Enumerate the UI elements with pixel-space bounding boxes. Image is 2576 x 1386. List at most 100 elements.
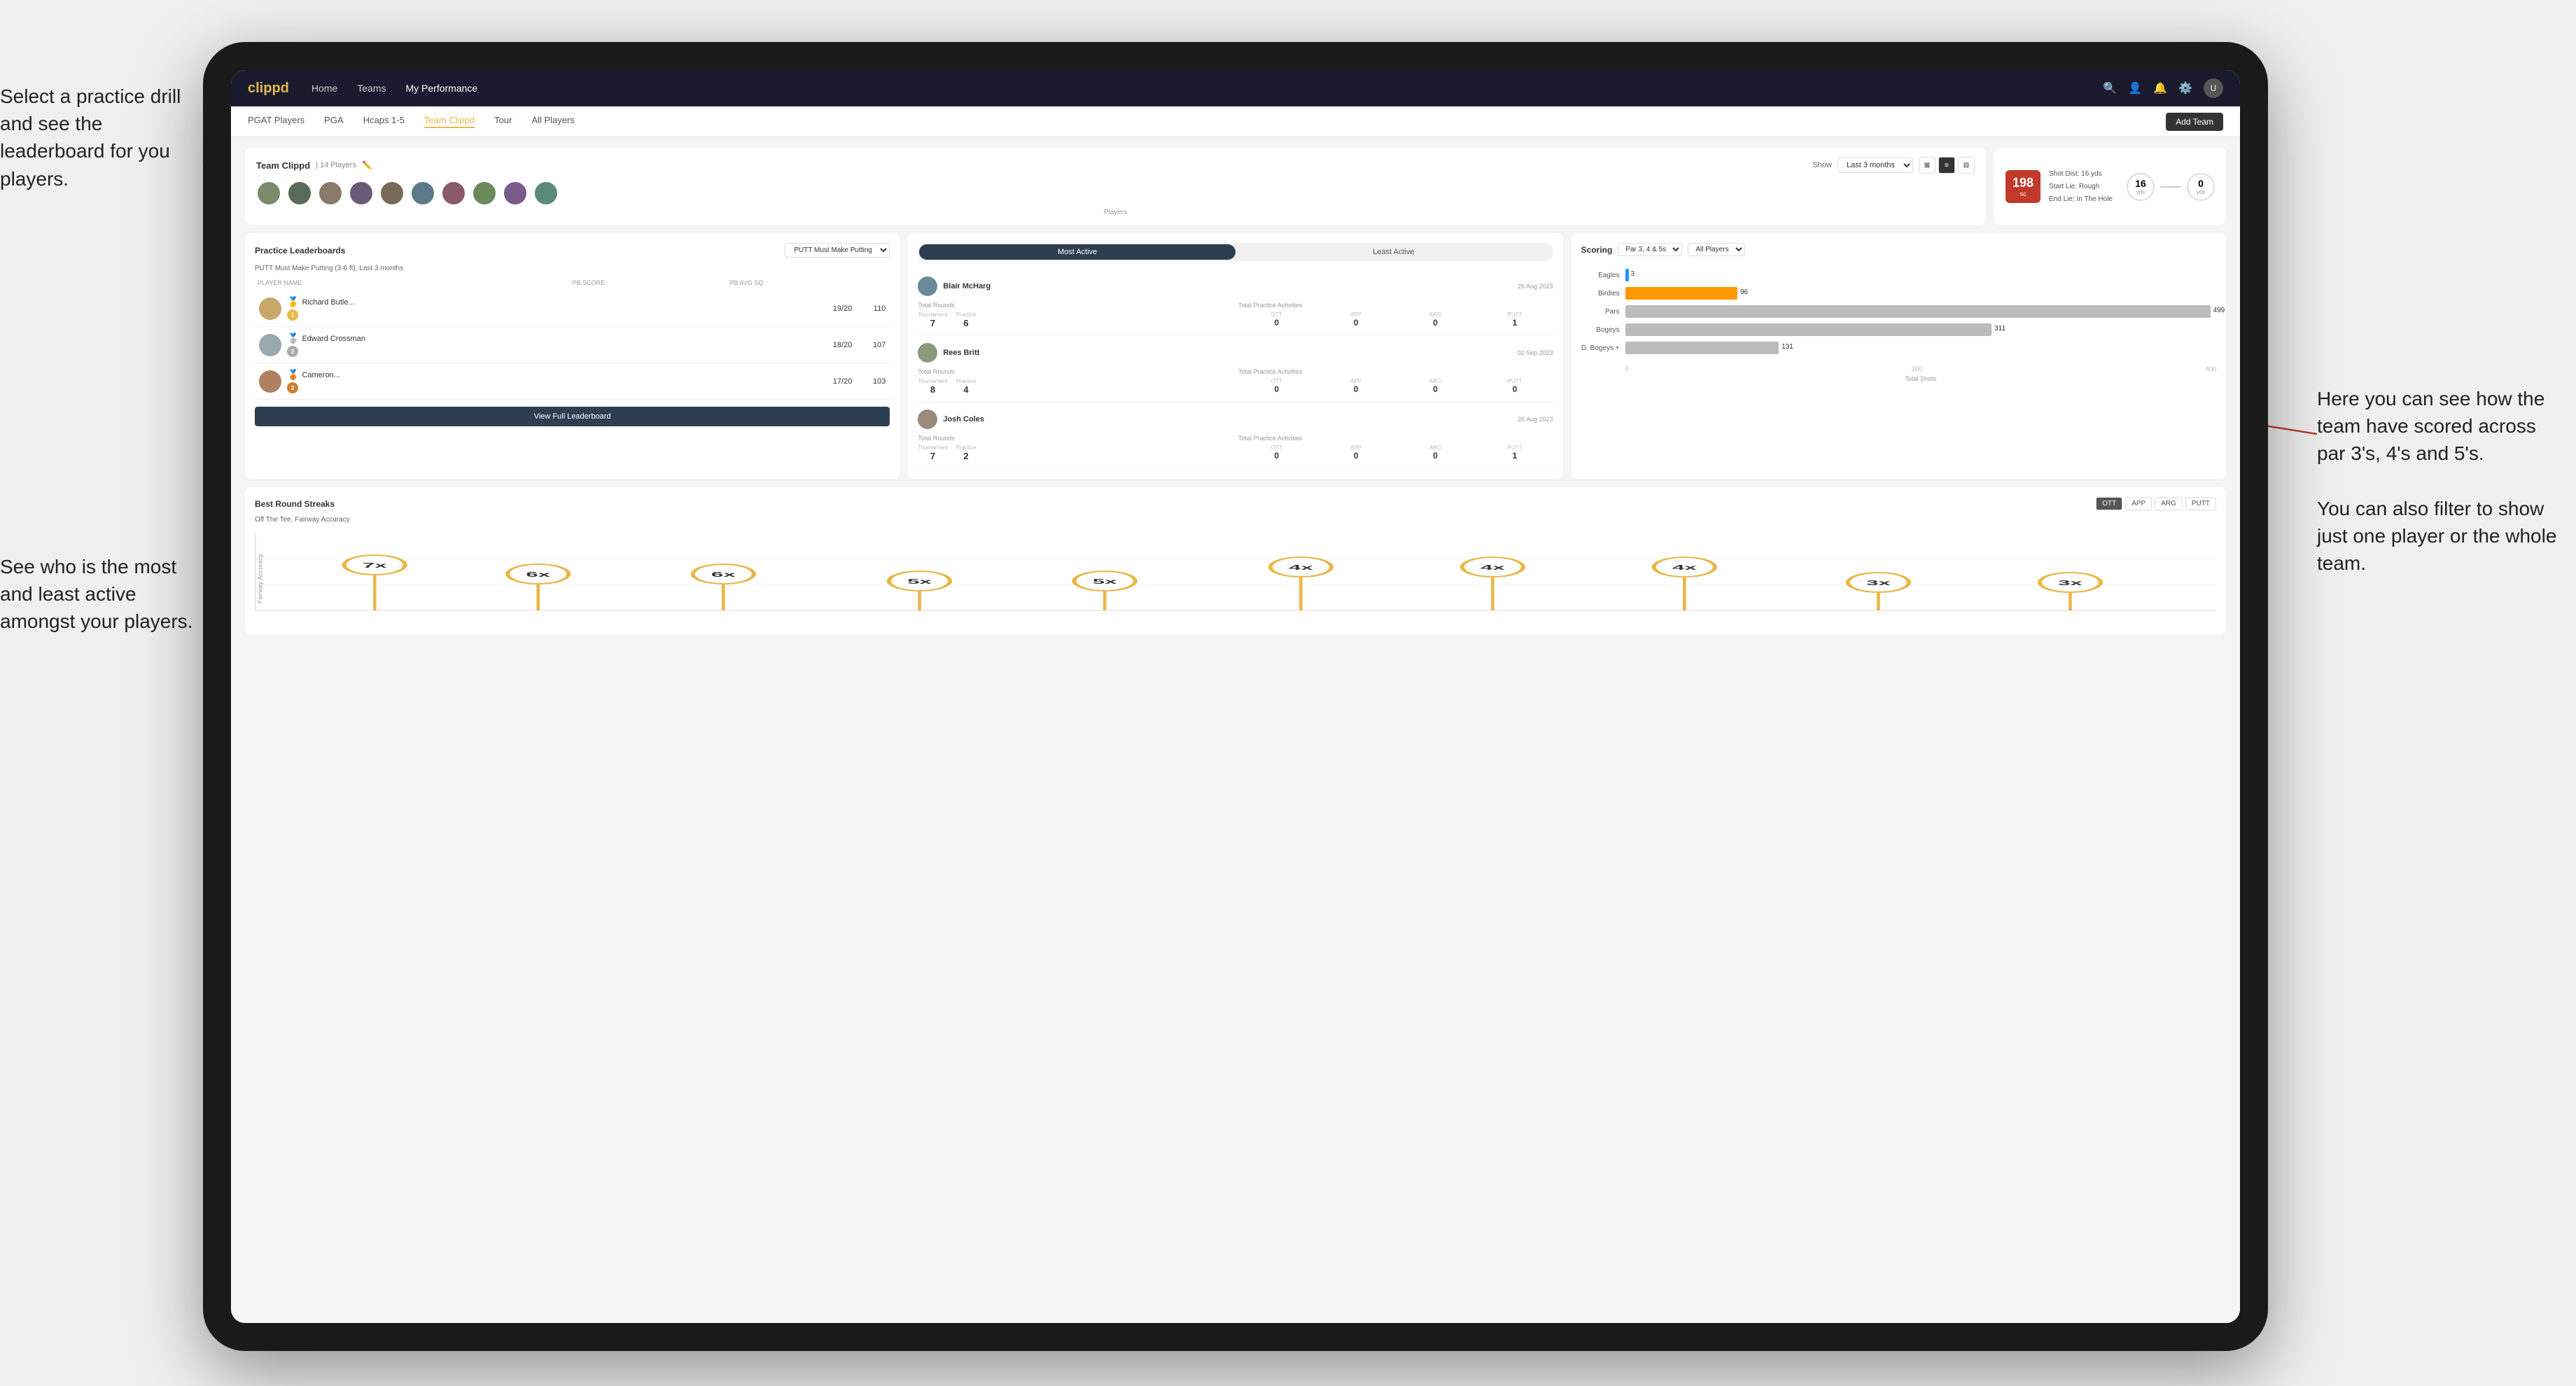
player-avatar-2[interactable] — [287, 181, 312, 206]
player-avatar-3[interactable] — [318, 181, 343, 206]
subnav-pgat[interactable]: PGAT Players — [248, 115, 304, 128]
svg-text:6x: 6x — [526, 570, 550, 578]
search-icon[interactable]: 🔍 — [2103, 81, 2117, 95]
leaderboard-card-header: Practice Leaderboards PUTT Must Make Put… — [255, 243, 890, 258]
streaks-svg: 7x 6x 6x 5x — [255, 533, 2216, 617]
activity-player-1-header: Blair McHarg 26 Aug 2023 — [918, 276, 1553, 296]
brand-logo[interactable]: clippd — [248, 80, 289, 97]
y-axis-label: Fairway Accuracy — [256, 554, 263, 604]
player-avatar-4[interactable] — [349, 181, 374, 206]
bar-value-birdies: 96 — [1740, 288, 1748, 296]
total-practice-block-1: Total Practice Activities OTT 0 APP 0 — [1238, 302, 1553, 328]
activity-date-2: 02 Sep 2023 — [1518, 349, 1553, 356]
nav-teams[interactable]: Teams — [357, 83, 386, 94]
ott-val-1: 0 — [1238, 318, 1315, 328]
lb-name-1: Richard Butle... — [302, 298, 811, 307]
tablet-screen: clippd Home Teams My Performance 🔍 👤 🔔 ⚙… — [231, 70, 2240, 1323]
ott-col-2: OTT 0 — [1238, 378, 1315, 394]
team-players-row — [256, 181, 1975, 206]
person-icon[interactable]: 👤 — [2128, 81, 2142, 95]
medal-1: 🥇 — [287, 296, 299, 308]
settings-icon[interactable]: ⚙️ — [2178, 81, 2192, 95]
rank-badge-1: 1 — [287, 309, 298, 321]
activity-avatar-1 — [918, 276, 937, 296]
nav-home[interactable]: Home — [312, 83, 337, 94]
grid-view-icon[interactable]: ⊞ — [1919, 157, 1935, 174]
view-full-leaderboard-button[interactable]: View Full Leaderboard — [255, 407, 890, 426]
streak-ott-btn[interactable]: OTT — [2096, 497, 2122, 510]
total-practice-label-1: Total Practice Activities — [1238, 302, 1553, 309]
bar-value-bogeys: 311 — [1994, 325, 2005, 332]
practice-val-2: 4 — [956, 384, 976, 395]
activity-tabs: Most Active Least Active — [918, 243, 1553, 261]
subnav-all-players[interactable]: All Players — [531, 115, 574, 128]
leaderboard-row-2: 🥈 Edward Crossman 2 18/20 107 — [255, 327, 890, 363]
player-avatar-5[interactable] — [379, 181, 405, 206]
player-count: | 14 Players — [316, 161, 356, 169]
bar-fill-eagles — [1625, 269, 1629, 281]
player-avatar-1[interactable] — [256, 181, 281, 206]
subnav-team-clippd[interactable]: Team Clippd — [424, 115, 475, 128]
axis-0: 0 — [1625, 365, 1629, 372]
leaderboard-row-1: 🥇 Richard Butle... 1 19/20 110 — [255, 290, 890, 327]
nav-icons: 🔍 👤 🔔 ⚙️ U — [2103, 78, 2223, 98]
lb-avg-1: 110 — [858, 304, 886, 313]
add-team-button[interactable]: Add Team — [2166, 113, 2223, 131]
total-rounds-values-1: Tournament 7 Practice 6 — [918, 312, 1233, 328]
ott-col-1: OTT 0 — [1238, 312, 1315, 328]
bar-fill-pars — [1625, 305, 2211, 318]
team-controls: Show Last 3 months Last 6 months Last ye… — [1812, 157, 1975, 174]
tournament-val-1: 7 — [918, 318, 947, 328]
player-avatar-10[interactable] — [533, 181, 559, 206]
subnav-hcaps[interactable]: Hcaps 1-5 — [363, 115, 405, 128]
practice-activity-cols-2: OTT 0 APP 0 ARG 0 — [1238, 378, 1553, 394]
annotation-top-left: Select a practice drill and see the lead… — [0, 83, 203, 192]
players-label: Players — [256, 209, 1975, 216]
streak-putt-btn[interactable]: PUTT — [2185, 497, 2216, 510]
streak-arg-btn[interactable]: ARG — [2155, 497, 2183, 510]
putt-col-3: PUTT 1 — [1476, 444, 1553, 461]
tournament-col-2: Tournament 8 — [918, 378, 947, 395]
start-lie-info: Start Lie: Rough — [2049, 181, 2113, 193]
activity-stats-1: Total Rounds Tournament 7 Practice 6 — [918, 302, 1553, 328]
subnav-tour[interactable]: Tour — [494, 115, 512, 128]
nav-my-performance[interactable]: My Performance — [405, 83, 477, 94]
par-filter-select[interactable]: Par 3, 4 & 5s — [1618, 243, 1682, 256]
scoring-header: Scoring Par 3, 4 & 5s All Players — [1581, 243, 2216, 256]
player-avatar-9[interactable] — [503, 181, 528, 206]
player-avatar-8[interactable] — [472, 181, 497, 206]
player-avatar-7[interactable] — [441, 181, 466, 206]
bar-value-pars: 499 — [2213, 307, 2225, 314]
avatar[interactable]: U — [2204, 78, 2223, 98]
streaks-title: Best Round Streaks — [255, 499, 335, 509]
bar-container-eagles: 3 — [1625, 269, 2216, 281]
svg-text:4x: 4x — [1672, 564, 1697, 571]
drill-subtitle: PUTT Must Make Putting (3-6 ft), Last 3 … — [255, 265, 890, 272]
time-filter-select[interactable]: Last 3 months Last 6 months Last year — [1837, 158, 1913, 173]
practice-val-1: 6 — [956, 318, 976, 328]
shot-dist-unit: sc — [2012, 190, 2033, 197]
subnav-pga[interactable]: PGA — [324, 115, 343, 128]
edit-team-icon[interactable]: ✏️ — [362, 160, 372, 170]
ott-val-2: 0 — [1238, 384, 1315, 394]
svg-text:3x: 3x — [1866, 579, 1891, 587]
most-active-tab[interactable]: Most Active — [919, 244, 1236, 260]
chart-x-label: Total Shots — [1581, 375, 2216, 382]
card-view-icon[interactable]: ⊟ — [1958, 157, 1975, 174]
least-active-tab[interactable]: Least Active — [1236, 244, 1552, 260]
bell-icon[interactable]: 🔔 — [2153, 81, 2167, 95]
medal-3: 🥉 — [287, 369, 299, 381]
activity-card: Most Active Least Active Blair McHarg 26… — [908, 233, 1562, 479]
player-avatar-6[interactable] — [410, 181, 435, 206]
arg-val-2: 0 — [1397, 384, 1474, 394]
player-filter-select[interactable]: All Players — [1688, 243, 1745, 256]
lb-score-1: 19/20 — [817, 304, 852, 313]
list-view-icon[interactable]: ≡ — [1938, 157, 1955, 174]
bar-container-bogeys: 311 — [1625, 323, 2216, 336]
drill-select[interactable]: PUTT Must Make Putting — [785, 243, 890, 258]
rank-badge-2: 2 — [287, 346, 298, 357]
bar-label-birdies: Birdies — [1581, 290, 1620, 298]
practice-activity-cols-1: OTT 0 APP 0 ARG 0 — [1238, 312, 1553, 328]
practice-val-3: 2 — [956, 451, 976, 461]
streak-app-btn[interactable]: APP — [2125, 497, 2152, 510]
